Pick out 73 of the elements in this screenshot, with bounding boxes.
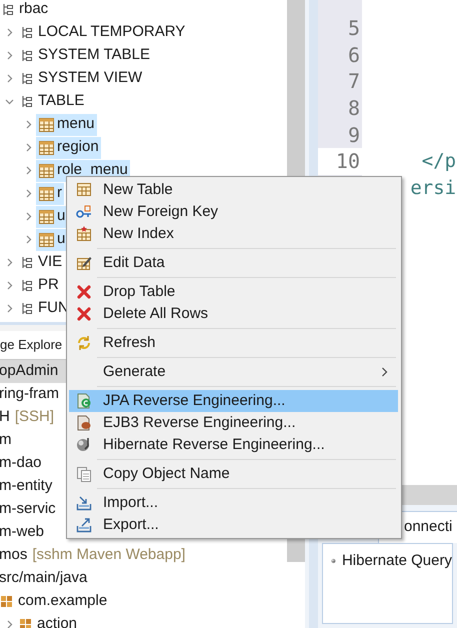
expand-chevron-icon[interactable]	[5, 28, 14, 37]
expand-chevron-icon[interactable]	[24, 212, 33, 221]
command-item[interactable]: Copy Object Name	[69, 463, 398, 485]
tree-item[interactable]: rbac	[0, 0, 50, 20]
tree-item[interactable]: TABLE	[17, 90, 86, 112]
delete-icon	[76, 306, 92, 322]
command-item[interactable]: EJB3 Reverse Engineering...	[69, 412, 398, 434]
line-number: 5	[318, 14, 362, 42]
expand-chevron-icon[interactable]	[5, 281, 14, 290]
tree-item[interactable]: SYSTEM TABLE	[17, 44, 152, 66]
command-item[interactable]: New Table	[69, 179, 398, 201]
table-icon	[38, 140, 54, 154]
expand-chevron-icon[interactable]	[24, 143, 33, 152]
expand-chevron-icon[interactable]	[24, 235, 33, 244]
document-icon	[76, 393, 92, 409]
import-icon	[76, 495, 92, 511]
export-icon	[76, 517, 92, 533]
command-item[interactable]: Refresh	[69, 332, 398, 354]
expand-chevron-icon[interactable]	[5, 258, 14, 267]
expand-chevron-icon[interactable]	[24, 166, 33, 175]
sphere-icon	[76, 437, 92, 453]
command-item[interactable]: New Foreign Key	[69, 201, 398, 223]
expand-chevron-icon[interactable]	[5, 51, 14, 60]
project-decoration: [SSH]	[14, 407, 54, 428]
command-item[interactable]: Edit Data	[69, 252, 398, 274]
code-text: ersi	[409, 176, 456, 201]
tree-item[interactable]: u	[36, 228, 68, 250]
tree-item[interactable]: LOCAL TEMPORARY	[17, 22, 188, 44]
table-icon	[38, 186, 54, 200]
expand-chevron-icon[interactable]	[5, 620, 14, 628]
line-number: 8	[318, 94, 362, 122]
command-item[interactable]: JPA Reverse Engineering...	[69, 390, 398, 412]
tree-row[interactable]: com.example	[0, 590, 287, 613]
key-icon	[76, 204, 92, 220]
command-item[interactable]: Generate	[69, 361, 398, 383]
pencil-icon	[76, 255, 92, 271]
command-item[interactable]: Delete All Rows	[69, 303, 398, 325]
tree-item[interactable]: PR	[17, 274, 61, 296]
command-item[interactable]: Hibernate Reverse Engineering...	[69, 434, 398, 456]
line-number: 7	[318, 68, 362, 95]
command-item[interactable]: New Index	[69, 223, 398, 245]
table-icon	[76, 226, 92, 242]
view-title: Hibernate Query	[342, 551, 452, 571]
tree-item[interactable]: region	[36, 136, 101, 158]
tree-item[interactable]: SYSTEM VIEW	[17, 68, 144, 90]
view-tab[interactable]: ge Explore	[0, 331, 68, 359]
tree-item[interactable]: u	[36, 206, 68, 228]
expand-chevron-icon[interactable]	[24, 189, 33, 198]
expand-chevron-icon[interactable]	[5, 74, 14, 83]
line-number: 6	[318, 41, 362, 68]
command-item[interactable]: Import...	[69, 492, 398, 514]
copy-icon	[76, 466, 92, 482]
project-decoration: [sshm Maven Webapp]	[32, 545, 186, 566]
delete-icon	[76, 284, 92, 300]
code-text: </p	[420, 149, 456, 174]
package-icon	[0, 594, 14, 608]
line-number: 9	[318, 121, 362, 148]
tree-item[interactable]: r	[36, 182, 64, 204]
expand-chevron-icon[interactable]	[5, 304, 14, 313]
refresh-icon	[76, 335, 92, 351]
table-icon	[38, 210, 54, 224]
table-icon	[38, 164, 54, 178]
collapse-chevron-icon[interactable]	[5, 97, 14, 106]
tree-row[interactable]: mos [sshm Maven Webapp]	[0, 544, 287, 567]
table-icon	[38, 118, 54, 132]
tree-item[interactable]: VIE	[17, 252, 64, 274]
table-icon	[76, 182, 92, 198]
expand-chevron-icon[interactable]	[24, 120, 33, 129]
tree-item[interactable]: menu	[36, 114, 97, 136]
table-icon	[38, 232, 54, 246]
package-icon	[19, 618, 33, 628]
document-icon	[76, 415, 92, 431]
command-item[interactable]: Drop Table	[69, 281, 398, 303]
